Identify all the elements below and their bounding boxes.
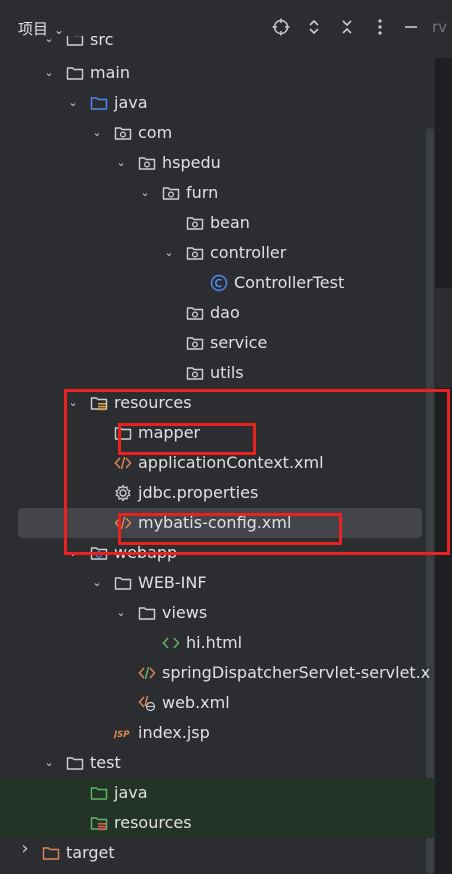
spring-xml-icon — [138, 664, 156, 682]
folder-icon — [66, 754, 84, 772]
tree-row[interactable]: ⌄ views — [0, 598, 435, 628]
editor-tab-hint: rv — [432, 18, 448, 36]
chevron-down-icon[interactable]: ⌄ — [114, 606, 128, 620]
tree-row[interactable]: › target — [0, 838, 435, 868]
tree-item-label: dao — [210, 303, 240, 322]
tree-item-label: src — [90, 36, 114, 49]
tree-item-label: service — [210, 333, 268, 352]
tree-row[interactable]: dao — [0, 298, 435, 328]
tree-item-label: test — [90, 753, 121, 772]
tree-item-label: resources — [114, 813, 192, 832]
tree-row[interactable]: utils — [0, 358, 435, 388]
tree-row[interactable]: ⌄ src — [0, 36, 435, 58]
tree-item-label: controller — [210, 243, 287, 262]
tree-row[interactable]: ⌄ WEB-INF — [0, 568, 435, 598]
tree-item-label: com — [138, 123, 173, 142]
folder-icon — [66, 64, 84, 82]
chevron-down-icon[interactable]: ⌄ — [66, 96, 80, 110]
locate-icon[interactable] — [270, 16, 292, 38]
tree-row[interactable]: ⌄ furn — [0, 178, 435, 208]
collapse-all-icon[interactable] — [336, 16, 358, 38]
chevron-down-icon[interactable]: ⌄ — [138, 186, 152, 200]
chevron-down-icon: ⌄ — [54, 23, 65, 37]
chevron-down-icon[interactable]: ⌄ — [114, 156, 128, 170]
tree-row[interactable]: ControllerTest — [0, 268, 435, 298]
jsp-icon: JSP — [112, 724, 132, 742]
package-icon — [162, 184, 180, 202]
chevron-right-icon[interactable]: › — [18, 840, 32, 858]
tree-row[interactable]: ⌄ hspedu — [0, 148, 435, 178]
tree-row[interactable]: ⌄ com — [0, 118, 435, 148]
tree-row[interactable]: resources — [0, 808, 435, 838]
tree-row[interactable]: ⌄ controller — [0, 238, 435, 268]
chevron-down-icon[interactable]: ⌄ — [42, 66, 56, 80]
tree-row[interactable]: springDispatcherServlet-servlet.x — [0, 658, 435, 688]
html-icon — [162, 634, 180, 652]
folder-icon — [138, 604, 156, 622]
tree-row[interactable]: ⌄ main — [0, 58, 435, 88]
folder-icon — [114, 574, 132, 592]
source-folder-icon — [90, 94, 108, 112]
tree-row[interactable]: service — [0, 328, 435, 358]
tree-row[interactable]: ⌄ java — [0, 88, 435, 118]
package-icon — [186, 334, 204, 352]
tree-item-label: hi.html — [186, 633, 243, 652]
package-icon — [186, 244, 204, 262]
package-icon — [186, 304, 204, 322]
tree-row[interactable]: web.xml — [0, 688, 435, 718]
editor-strip — [435, 288, 452, 388]
package-icon — [186, 214, 204, 232]
tree-row[interactable]: JSP index.jsp — [0, 718, 435, 748]
chevron-down-icon[interactable]: ⌄ — [42, 36, 56, 46]
package-icon — [186, 364, 204, 382]
tree-item-label: views — [162, 603, 208, 622]
tree-row[interactable]: ⌄ test — [0, 748, 435, 778]
tree-row[interactable]: bean — [0, 208, 435, 238]
chevron-down-icon[interactable]: ⌄ — [162, 246, 176, 260]
tree-row[interactable]: hi.html — [0, 628, 435, 658]
package-icon — [114, 124, 132, 142]
tree-item-label: springDispatcherServlet-servlet.x — [162, 663, 431, 682]
tree-item-label: hspedu — [162, 153, 221, 172]
tree-row[interactable]: java — [0, 778, 435, 808]
chevron-down-icon[interactable]: ⌄ — [90, 576, 104, 590]
tree-item-label: web.xml — [162, 693, 230, 712]
tree-item-label: utils — [210, 363, 244, 382]
expand-all-icon[interactable] — [303, 16, 325, 38]
chevron-down-icon[interactable]: ⌄ — [90, 126, 104, 140]
more-options-icon[interactable] — [369, 16, 391, 38]
tree-item-label: WEB-INF — [138, 573, 207, 592]
class-icon — [210, 274, 228, 292]
hide-icon[interactable] — [400, 16, 422, 38]
package-icon — [138, 154, 156, 172]
tree-item-label: java — [114, 93, 148, 112]
highlight-box-mybatis-config — [118, 513, 342, 545]
tree-item-label: target — [66, 843, 115, 862]
test-folder-icon — [90, 784, 108, 802]
folder-icon — [66, 36, 84, 48]
web-xml-icon — [138, 694, 156, 712]
tree-item-label: main — [90, 63, 130, 82]
excluded-folder-icon — [42, 844, 60, 862]
highlight-box-mapper — [118, 423, 256, 455]
tree-item-label: furn — [186, 183, 219, 202]
tree-item-label: index.jsp — [138, 723, 210, 742]
svg-text:JSP: JSP — [114, 730, 130, 740]
test-resources-folder-icon — [90, 814, 108, 832]
tree-item-label: ControllerTest — [234, 273, 345, 292]
tree-item-label: java — [114, 783, 148, 802]
tree-item-label: bean — [210, 213, 250, 232]
chevron-down-icon[interactable]: ⌄ — [42, 756, 56, 770]
